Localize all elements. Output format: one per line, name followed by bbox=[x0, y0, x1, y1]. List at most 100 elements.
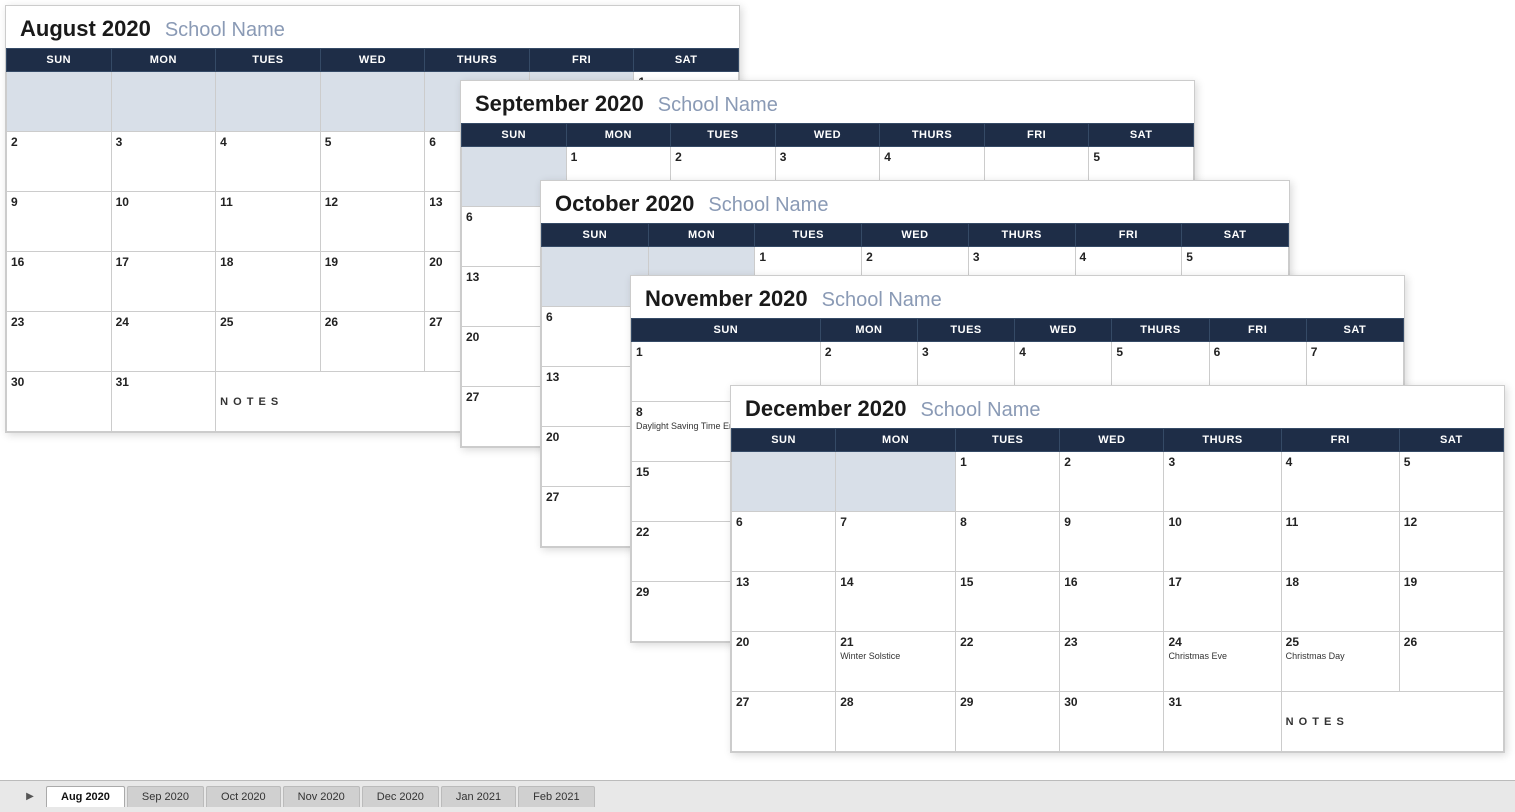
table-row: 25Christmas Day bbox=[1281, 632, 1399, 692]
oct-col-wed: WED bbox=[862, 224, 969, 247]
table-row: 19 bbox=[320, 252, 425, 312]
sep-col-wed: WED bbox=[775, 124, 880, 147]
nov-col-wed: WED bbox=[1015, 319, 1112, 342]
tab-sep-2020[interactable]: Sep 2020 bbox=[127, 786, 204, 807]
aug-col-wed: WED bbox=[320, 49, 425, 72]
dec-col-fri: FRI bbox=[1281, 429, 1399, 452]
table-row: 26 bbox=[1399, 632, 1503, 692]
table-row: 21Winter Solstice bbox=[836, 632, 956, 692]
table-row: 18 bbox=[1281, 572, 1399, 632]
dec-col-sun: SUN bbox=[732, 429, 836, 452]
tab-prev-arrow[interactable]: ▶ bbox=[20, 787, 40, 807]
table-row: 11 bbox=[1281, 512, 1399, 572]
table-row: 4 bbox=[216, 132, 321, 192]
table-row: 5 bbox=[320, 132, 425, 192]
oct-col-thurs: THURS bbox=[968, 224, 1075, 247]
oct-col-tues: TUES bbox=[755, 224, 862, 247]
nov-col-mon: MON bbox=[820, 319, 917, 342]
tab-feb-2021[interactable]: Feb 2021 bbox=[518, 786, 594, 807]
aug-col-mon: MON bbox=[111, 49, 216, 72]
sep-col-mon: MON bbox=[566, 124, 671, 147]
sep-header: September 2020 School Name bbox=[461, 81, 1194, 123]
table-row: 2 bbox=[7, 132, 112, 192]
sep-col-thurs: THURS bbox=[880, 124, 985, 147]
aug-col-sun: SUN bbox=[7, 49, 112, 72]
table-row: 28 bbox=[836, 692, 956, 752]
aug-school: School Name bbox=[165, 19, 285, 42]
table-row: 1 bbox=[956, 452, 1060, 512]
table-row: 9 bbox=[1060, 512, 1164, 572]
dec-title: December 2020 bbox=[745, 396, 906, 422]
sep-col-tues: TUES bbox=[671, 124, 776, 147]
sep-title: September 2020 bbox=[475, 91, 644, 117]
dec-notes: N O T E S bbox=[1281, 692, 1503, 752]
table-row: 20 21Winter Solstice 22 23 24Christmas E… bbox=[732, 632, 1504, 692]
table-row bbox=[111, 72, 216, 132]
nov-header: November 2020 School Name bbox=[631, 276, 1404, 318]
dec-col-sat: SAT bbox=[1399, 429, 1503, 452]
nov-col-sun: SUN bbox=[632, 319, 821, 342]
table-row: 20 bbox=[732, 632, 836, 692]
table-row: 19 bbox=[1399, 572, 1503, 632]
table-row: 15 bbox=[956, 572, 1060, 632]
oct-header: October 2020 School Name bbox=[541, 181, 1289, 223]
table-row: 29 bbox=[956, 692, 1060, 752]
table-row: 17 bbox=[1164, 572, 1281, 632]
table-row: 6 bbox=[732, 512, 836, 572]
table-row: 31 bbox=[111, 372, 216, 432]
nov-title: November 2020 bbox=[645, 286, 808, 312]
oct-col-mon: MON bbox=[648, 224, 755, 247]
table-row bbox=[836, 452, 956, 512]
table-row: 31 bbox=[1164, 692, 1281, 752]
tab-nov-2020[interactable]: Nov 2020 bbox=[283, 786, 360, 807]
tab-oct-2020[interactable]: Oct 2020 bbox=[206, 786, 281, 807]
aug-col-fri: FRI bbox=[529, 49, 634, 72]
table-row: 12 bbox=[320, 192, 425, 252]
table-row: 25 bbox=[216, 312, 321, 372]
nov-col-tues: TUES bbox=[918, 319, 1015, 342]
aug-title: August 2020 bbox=[20, 16, 151, 42]
table-row: 11 bbox=[216, 192, 321, 252]
sep-col-sat: SAT bbox=[1089, 124, 1194, 147]
tab-jan-2021[interactable]: Jan 2021 bbox=[441, 786, 516, 807]
calendar-december: December 2020 School Name SUN MON TUES W… bbox=[730, 385, 1505, 753]
table-row: 2 bbox=[1060, 452, 1164, 512]
table-row: 13 bbox=[732, 572, 836, 632]
dec-col-mon: MON bbox=[836, 429, 956, 452]
dec-header: December 2020 School Name bbox=[731, 386, 1504, 428]
table-row: 30 bbox=[1060, 692, 1164, 752]
table-row: 16 bbox=[7, 252, 112, 312]
table-row: 24 bbox=[111, 312, 216, 372]
aug-col-sat: SAT bbox=[634, 49, 739, 72]
tab-bar: ▶ Aug 2020 Sep 2020 Oct 2020 Nov 2020 De… bbox=[0, 780, 1515, 812]
dec-col-wed: WED bbox=[1060, 429, 1164, 452]
table-row: 18 bbox=[216, 252, 321, 312]
table-row: 13 14 15 16 17 18 19 bbox=[732, 572, 1504, 632]
table-row: 14 bbox=[836, 572, 956, 632]
table-row: 17 bbox=[111, 252, 216, 312]
tab-aug-2020[interactable]: Aug 2020 bbox=[46, 786, 125, 807]
oct-col-fri: FRI bbox=[1075, 224, 1182, 247]
table-row: 23 bbox=[7, 312, 112, 372]
nov-col-sat: SAT bbox=[1306, 319, 1403, 342]
sep-col-sun: SUN bbox=[462, 124, 567, 147]
table-row: 4 bbox=[1281, 452, 1399, 512]
dec-col-tues: TUES bbox=[956, 429, 1060, 452]
table-row: 26 bbox=[320, 312, 425, 372]
nov-col-fri: FRI bbox=[1209, 319, 1306, 342]
table-row: 24Christmas Eve bbox=[1164, 632, 1281, 692]
table-row: 3 bbox=[1164, 452, 1281, 512]
table-row: 6 7 8 9 10 11 12 bbox=[732, 512, 1504, 572]
table-row bbox=[216, 72, 321, 132]
table-row bbox=[732, 452, 836, 512]
nov-school: School Name bbox=[822, 289, 942, 312]
table-row: 3 bbox=[111, 132, 216, 192]
oct-col-sat: SAT bbox=[1182, 224, 1289, 247]
dec-school: School Name bbox=[920, 399, 1040, 422]
table-row bbox=[320, 72, 425, 132]
aug-col-thurs: THURS bbox=[425, 49, 530, 72]
table-row: 22 bbox=[956, 632, 1060, 692]
oct-col-sun: SUN bbox=[542, 224, 649, 247]
tab-dec-2020[interactable]: Dec 2020 bbox=[362, 786, 439, 807]
table-row: 10 bbox=[1164, 512, 1281, 572]
